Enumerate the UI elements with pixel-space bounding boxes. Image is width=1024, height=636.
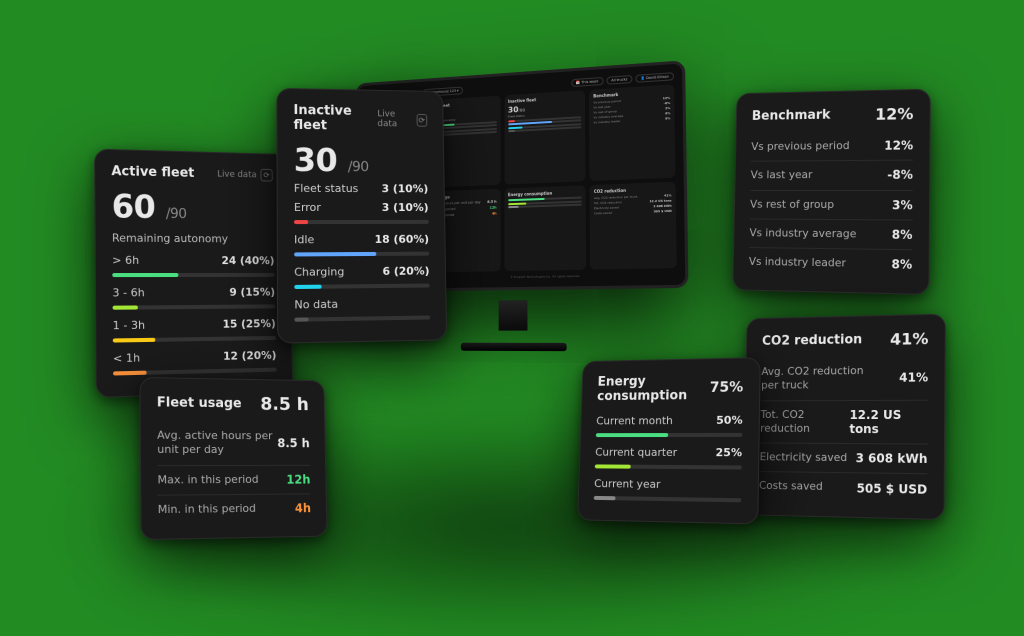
list-item: Vs previous period12% <box>751 131 913 162</box>
list-item: No data <box>294 293 430 314</box>
list-item: Current quarter25% <box>595 443 742 462</box>
list-item: Avg. active hours per unit per day8.5 h <box>157 422 310 466</box>
headline-value: 41% <box>890 329 929 349</box>
list-item: Vs industry leader8% <box>749 248 913 279</box>
list-item: Idle18 (60%) <box>294 230 429 250</box>
list-item: Vs industry average8% <box>749 219 912 250</box>
benchmark-card: Benchmark 12% Vs previous period12% Vs l… <box>732 89 931 296</box>
progress-bar <box>294 252 429 257</box>
card-title: Energy consumption <box>597 373 710 404</box>
list-item: Current year <box>594 474 742 495</box>
progress-bar <box>595 464 742 469</box>
list-item: Vs rest of group3% <box>750 191 913 221</box>
progress-bar <box>294 283 429 289</box>
section-label: Remaining autonomy <box>112 231 274 245</box>
mini-benchmark-card[interactable]: Benchmark Vs previous period12%Vs last y… <box>589 84 675 181</box>
list-item: 1 - 3h15 (25%) <box>113 314 276 335</box>
card-title: Fleet usage <box>157 395 242 411</box>
progress-bar <box>113 368 277 376</box>
card-title: CO2 reduction <box>762 332 862 348</box>
user-menu[interactable]: 👤 David Ellison <box>635 72 674 83</box>
mini-inactive-card[interactable]: Inactive fleet 30/90 Fleet status <box>504 90 586 185</box>
mini-co2-card[interactable]: CO2 reduction Avg. CO2 reduction per tru… <box>590 182 677 270</box>
list-item: Current month50% <box>596 411 743 431</box>
progress-bar <box>594 496 742 502</box>
list-item: Avg. CO2 reduction per truck41% <box>761 356 928 401</box>
list-item: Min. in this period4h <box>158 494 312 524</box>
fleet-usage-card: Fleet usage 8.5 h Avg. active hours per … <box>139 377 327 540</box>
refresh-button[interactable]: Live data⟳ <box>377 109 427 129</box>
filter-select[interactable]: All trucks <box>606 75 632 85</box>
progress-bar <box>113 304 276 309</box>
inactive-fleet-card: Inactive fleet Live data⟳ 30 /90 Fleet s… <box>276 88 447 344</box>
card-title: Benchmark <box>752 108 831 124</box>
mini-energy-card[interactable]: Energy consumption <box>504 186 586 272</box>
card-title: Active fleet <box>111 164 194 181</box>
list-item: > 6h24 (40%) <box>112 251 275 270</box>
co2-reduction-card: CO2 reduction 41% Avg. CO2 reduction per… <box>742 314 945 520</box>
list-item: Max. in this period12h <box>157 465 310 495</box>
progress-bar <box>596 433 743 437</box>
card-title: Inactive fleet <box>293 103 377 134</box>
progress-bar <box>113 336 276 343</box>
list-item: Costs saved505 $ USD <box>759 472 928 503</box>
list-item: 3 - 6h9 (15%) <box>112 283 275 303</box>
headline-value: 75% <box>710 380 744 396</box>
list-item: Error3 (10%) <box>294 198 429 217</box>
progress-bar <box>112 273 275 277</box>
progress-bar <box>294 220 429 224</box>
list-item: Tot. CO2 reduction12.2 US tons <box>760 400 928 444</box>
list-item: < 1h12 (20%) <box>113 346 277 368</box>
footer-text: © Ecopilot Technologies Inc. All rights … <box>422 272 677 280</box>
refresh-icon: ⟳ <box>260 169 272 182</box>
headline-value: 8.5 h <box>260 394 309 415</box>
list-item: Charging6 (20%) <box>294 262 429 282</box>
active-fleet-card: Active fleet Live data⟳ 60 /90 Remaining… <box>94 149 293 398</box>
period-select[interactable]: 📅 This week <box>571 77 603 87</box>
headline-value: 12% <box>875 104 914 124</box>
refresh-icon: ⟳ <box>416 113 427 126</box>
progress-bar <box>294 315 430 321</box>
energy-consumption-card: Energy consumption 75% Current month50% … <box>577 357 761 524</box>
list-item: Vs last year-8% <box>750 161 913 191</box>
refresh-button[interactable]: Live data⟳ <box>217 168 273 182</box>
list-item: Electricity saved3 608 kWh <box>759 444 927 475</box>
monitor-stand <box>461 300 567 351</box>
